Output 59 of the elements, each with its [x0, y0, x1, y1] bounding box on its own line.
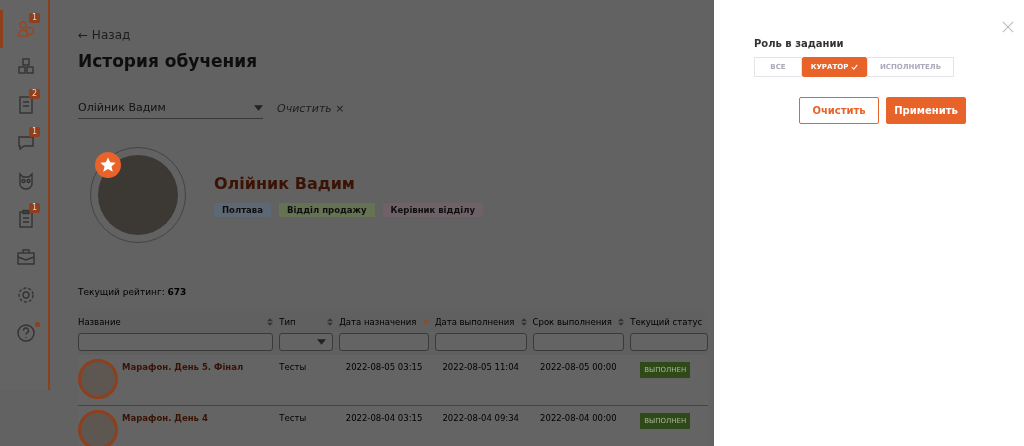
- course-image-placeholder: [78, 410, 118, 446]
- table-cell: Тесты: [279, 413, 307, 423]
- filter-input[interactable]: [532, 333, 625, 351]
- course-link[interactable]: Марафон. День 4: [122, 410, 208, 423]
- table-cell: 2022-08-05 11:04: [442, 362, 519, 372]
- settings-icon: [15, 285, 36, 305]
- rating-text: Текущий рейтинг: 673: [78, 287, 188, 297]
- clear-link[interactable]: Очистить ×: [277, 101, 345, 115]
- check-icon: [851, 64, 859, 70]
- employee-select[interactable]: Олійник Вадим: [78, 97, 263, 119]
- users-icon: [15, 19, 36, 39]
- column-header[interactable]: Срок выполнения: [532, 317, 612, 327]
- table-cell: 2022-08-04 03:15: [345, 413, 423, 423]
- column-header[interactable]: Дата выполнения: [434, 317, 515, 327]
- chat-icon: [15, 133, 36, 153]
- clear-button[interactable]: Очистить: [799, 97, 879, 124]
- sidebar-item[interactable]: 1: [0, 200, 48, 238]
- table-cell: 2022-08-05 00:00: [540, 362, 617, 372]
- caret-icon: [254, 104, 263, 111]
- tag: Відділ продажу: [278, 202, 375, 217]
- filter-select[interactable]: [279, 333, 334, 351]
- sidebar-item[interactable]: 1: [0, 10, 48, 48]
- back-link[interactable]: ← Назад: [78, 28, 131, 42]
- filter-input[interactable]: [630, 333, 708, 351]
- briefcase-icon: [15, 247, 36, 267]
- count-badge: 2: [29, 89, 41, 99]
- section-title: Роль в задании: [754, 38, 845, 49]
- blocks-icon: [15, 57, 36, 77]
- tag: Керівник відділу: [382, 202, 483, 217]
- caret-icon: [317, 339, 327, 345]
- sort-icon[interactable]: [618, 318, 625, 326]
- sidebar-item[interactable]: 1: [0, 124, 48, 162]
- sort-desc-icon[interactable]: [422, 318, 429, 326]
- table-cell: Тесты: [279, 362, 307, 372]
- table-cell: 2022-08-05 03:15: [345, 362, 423, 372]
- employee-name: Олійник Вадим: [214, 173, 356, 193]
- sidebar-item[interactable]: 2: [0, 86, 48, 124]
- course-image-placeholder: [78, 359, 118, 399]
- column-header[interactable]: Текущий статус: [630, 317, 703, 327]
- apply-button[interactable]: Применить: [886, 97, 966, 124]
- table-cell: 2022-08-04 09:34: [442, 413, 519, 423]
- page-title: История обучения: [78, 51, 258, 71]
- sort-icon[interactable]: [327, 318, 334, 326]
- close-icon[interactable]: [1002, 21, 1014, 33]
- count-badge: 1: [29, 203, 41, 213]
- column-header[interactable]: Тип: [279, 317, 296, 327]
- count-badge: 1: [29, 127, 41, 137]
- filter-input[interactable]: [339, 333, 429, 351]
- count-badge: 1: [29, 13, 41, 23]
- filter-input[interactable]: [78, 333, 274, 351]
- sort-icon[interactable]: [267, 318, 274, 326]
- filter-input[interactable]: [434, 333, 527, 351]
- table-cell: 2022-08-04 00:00: [540, 413, 617, 423]
- sort-icon[interactable]: [520, 318, 527, 326]
- tag: Полтава: [214, 202, 271, 217]
- column-header[interactable]: Дата назначения: [339, 317, 417, 327]
- course-link[interactable]: Марафон. День 5. Фінал: [122, 359, 244, 372]
- column-header[interactable]: Название: [78, 317, 121, 327]
- help-icon: [15, 323, 36, 343]
